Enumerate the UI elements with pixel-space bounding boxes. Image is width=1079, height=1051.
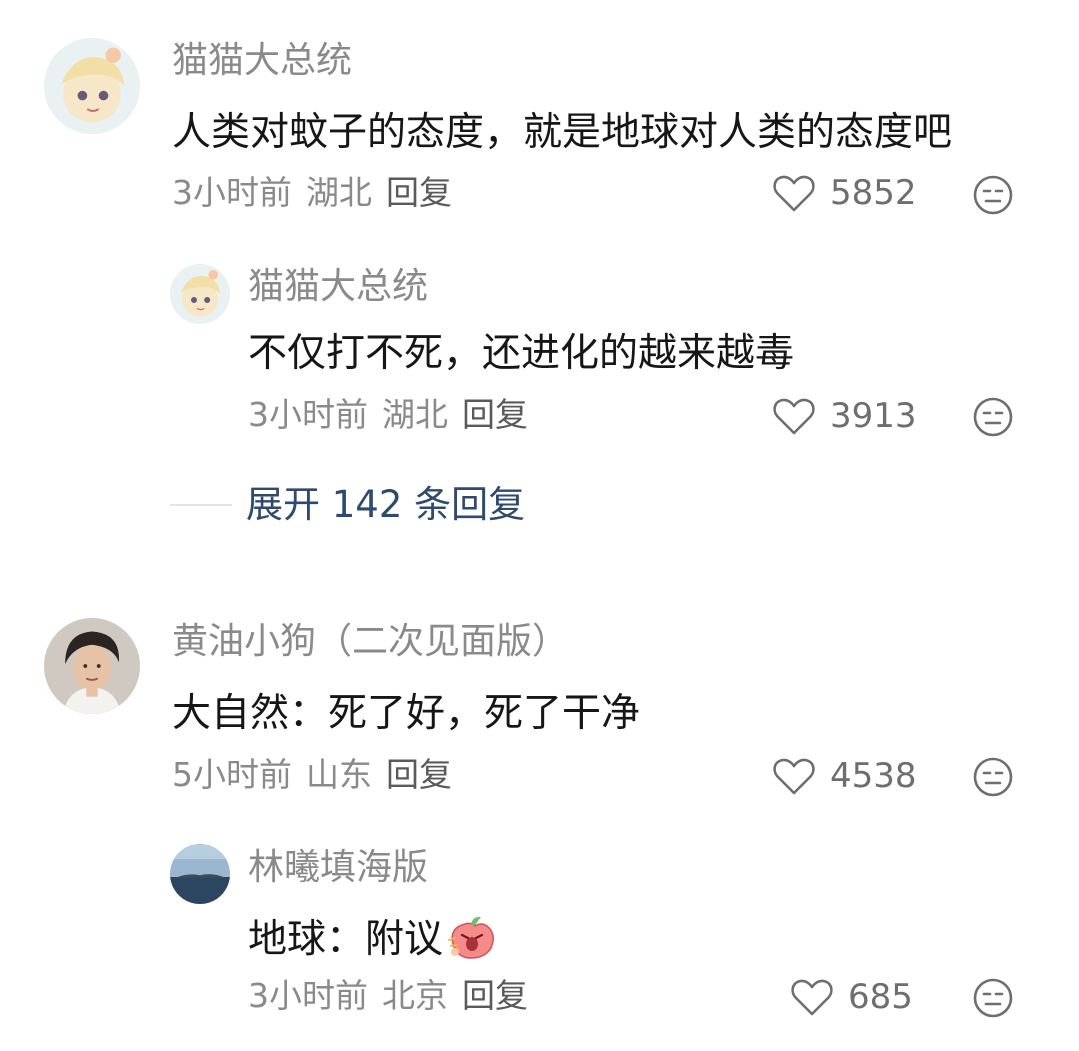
location: 北京	[382, 976, 448, 1015]
expand-replies-button[interactable]: 展开 142 条回复	[170, 486, 525, 523]
like-count: 5852	[830, 173, 917, 213]
reply-button[interactable]: 回复	[386, 173, 452, 212]
like-count: 4538	[830, 756, 917, 796]
location: 湖北	[382, 395, 448, 434]
timestamp: 5小时前	[172, 755, 292, 794]
avatar[interactable]	[170, 264, 230, 324]
comment-meta: 3小时前 湖北 回复	[172, 176, 466, 209]
comment-text: 人类对蚊子的态度，就是地球对人类的态度吧	[172, 110, 953, 155]
heart-outline-icon	[773, 398, 815, 435]
unamused-face-icon[interactable]	[972, 174, 1014, 216]
heart-outline-icon	[773, 175, 815, 212]
comment-text: 不仅打不死，还进化的越来越毒	[248, 331, 795, 376]
avatar[interactable]	[44, 618, 140, 714]
like-count: 685	[848, 977, 913, 1017]
reply-button[interactable]: 回复	[462, 976, 528, 1015]
like-button[interactable]: 685	[790, 977, 913, 1017]
timestamp: 3小时前	[248, 395, 368, 434]
comment-meta: 5小时前 山东 回复	[172, 758, 466, 791]
comment-text: 地球：附议	[248, 914, 497, 960]
like-button[interactable]: 5852	[772, 173, 917, 213]
username[interactable]: 猫猫大总统	[172, 43, 352, 79]
reply-button[interactable]: 回复	[386, 755, 452, 794]
comment-text: 大自然：死了好，死了干净	[172, 691, 641, 736]
comment-meta: 3小时前 北京 回复	[248, 979, 542, 1012]
comment-text-value: 地球：附议	[248, 917, 444, 962]
heart-outline-icon	[773, 758, 815, 795]
expand-replies-label: 展开 142 条回复	[246, 483, 526, 526]
location: 山东	[306, 755, 372, 794]
timestamp: 3小时前	[172, 173, 292, 212]
unamused-face-icon[interactable]	[972, 977, 1014, 1019]
like-count: 3913	[830, 396, 917, 436]
avatar[interactable]	[170, 844, 230, 904]
unamused-face-icon[interactable]	[972, 396, 1014, 438]
comment-meta: 3小时前 湖北 回复	[248, 398, 542, 431]
username[interactable]: 林曦填海版	[248, 850, 428, 886]
username[interactable]: 猫猫大总统	[248, 269, 428, 305]
like-button[interactable]: 3913	[772, 396, 917, 436]
heart-outline-icon	[791, 979, 833, 1016]
unamused-face-icon[interactable]	[972, 756, 1014, 798]
reply-button[interactable]: 回复	[462, 395, 528, 434]
timestamp: 3小时前	[248, 976, 368, 1015]
divider	[170, 503, 232, 506]
username[interactable]: 黄油小狗（二次见面版）	[172, 624, 568, 660]
location: 湖北	[306, 173, 372, 212]
angry-peach-emoji	[448, 916, 495, 959]
like-button[interactable]: 4538	[772, 756, 917, 796]
avatar[interactable]	[44, 38, 140, 134]
